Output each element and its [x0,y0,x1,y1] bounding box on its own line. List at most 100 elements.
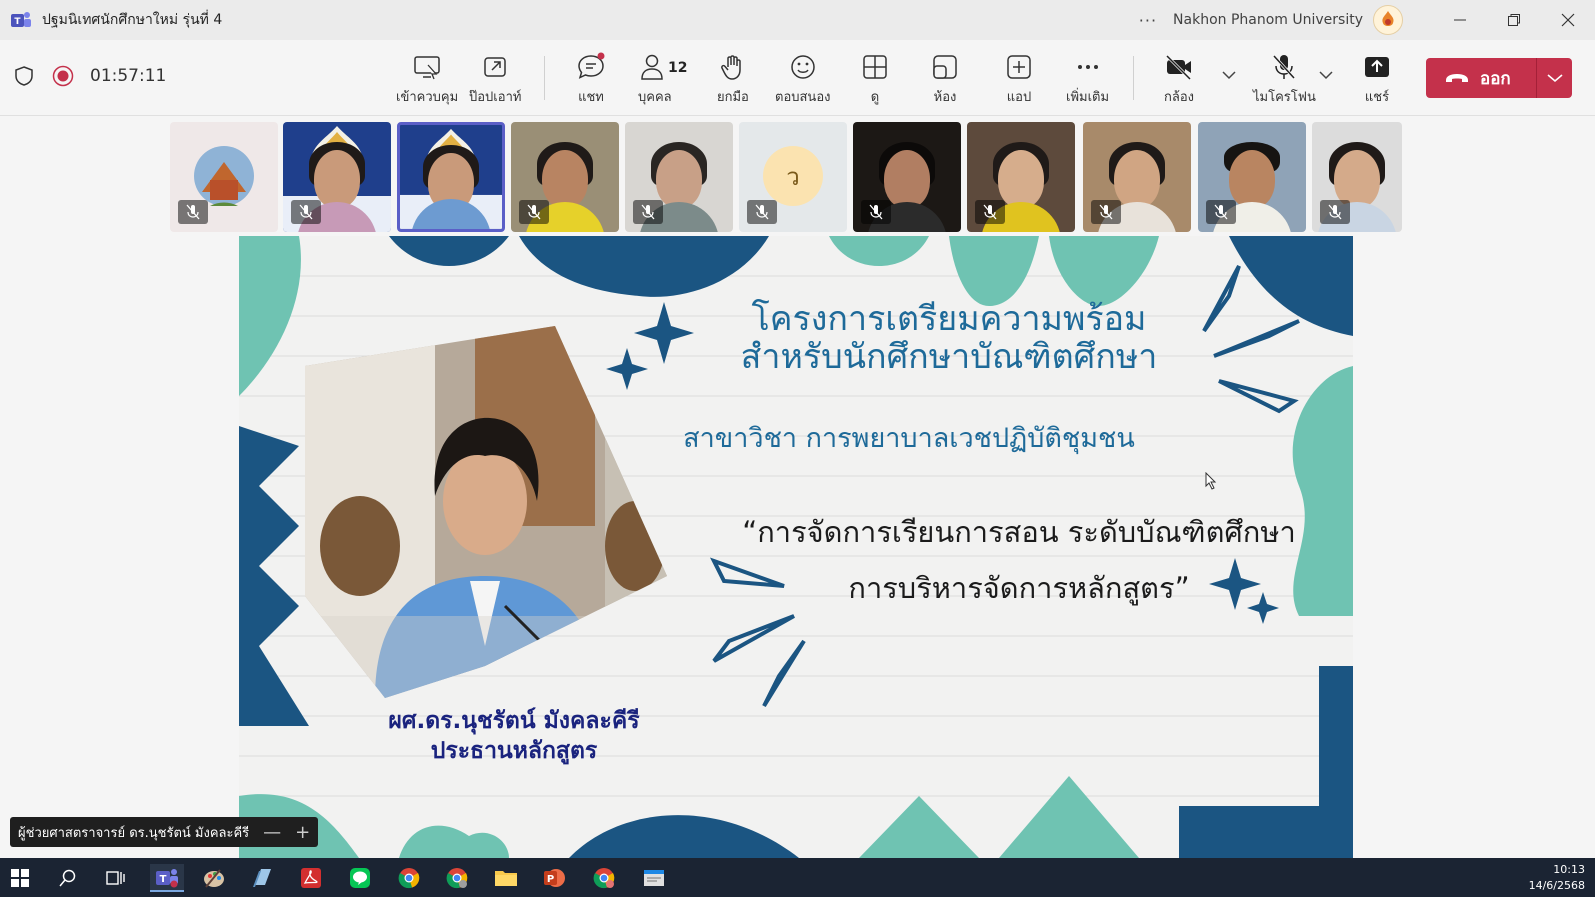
participant-tile[interactable]: ว [739,122,847,232]
folder-icon [495,871,517,886]
people-button[interactable]: บุคคล [638,52,672,107]
clock-date: 14/6/2568 [1528,879,1585,892]
participant-tile[interactable] [1312,122,1402,232]
view-button[interactable]: ดู [860,52,890,107]
participant-tile[interactable] [967,122,1075,232]
title-bar: T ปฐมนิเทศนักศึกษาใหม่ รุ่นที่ 4 ··· Nak… [0,0,1595,40]
restore-button[interactable] [1487,0,1541,40]
mic-off-icon [186,204,200,220]
raise-hand-button[interactable]: ยกมือ [717,52,749,107]
participant-face [998,150,1044,208]
profile-avatar[interactable] [1373,5,1403,35]
grid-view-icon [863,55,887,79]
participant-tile[interactable] [283,122,391,232]
smile-icon [790,55,815,79]
apps-label: แอป [1006,90,1032,105]
taskbar-app-window[interactable] [640,864,668,892]
participant-face [542,150,588,208]
popout-button[interactable]: ป๊อปเอาท์ [469,52,521,107]
participant-face [656,150,702,208]
mic-off-icon [641,204,655,220]
notepad-icon [253,869,271,887]
raise-hand-icon [721,55,741,80]
taskbar-file-explorer[interactable] [492,864,520,892]
react-button[interactable]: ตอบสนอง [775,52,830,107]
people-icon [641,54,663,80]
ellipsis-icon [1077,65,1098,69]
leave-button[interactable]: ออก [1426,58,1572,98]
teams-icon: T [156,869,178,888]
participant-tile[interactable] [511,122,619,232]
taskbar-powerpoint[interactable]: P [541,864,569,892]
zoom-out-button[interactable]: — [263,822,281,843]
microphone-label: ไมโครโฟน [1253,90,1316,105]
camera-off-icon [1165,54,1192,81]
participant-tile[interactable] [853,122,961,232]
pdf-icon [301,868,321,888]
taskbar-search-button[interactable] [54,864,82,892]
muted-indicator [975,200,1005,224]
taskbar-notepad[interactable] [248,864,276,892]
recording-icon [52,65,74,87]
taskbar-line[interactable] [346,864,374,892]
take-control-button[interactable]: เข้าควบคุม [396,52,458,107]
slide-topic-line-2: การบริหารจัดการหลักสูตร” [848,571,1190,605]
add-app-icon [1007,55,1031,79]
presenter-photo [305,326,667,698]
university-logo-icon [1382,11,1394,26]
participant-tile[interactable] [1083,122,1191,232]
participant-tile-active-speaker[interactable] [397,122,505,232]
chat-label: แชท [578,90,604,105]
app-window-icon [644,870,664,886]
participant-tile[interactable] [170,122,278,232]
apps-button[interactable]: แอป [1004,52,1034,107]
participant-tile[interactable] [625,122,733,232]
taskbar-paint[interactable] [200,864,228,892]
toolbar-divider [544,56,545,100]
close-button[interactable] [1541,0,1595,40]
chrome-secondary-icon [593,868,615,889]
slide-title-line-2: สำหรับนักศึกษาบัณฑิตศึกษา [740,337,1158,377]
zoom-in-button[interactable]: + [295,822,310,843]
share-button[interactable]: แชร์ [1362,52,1392,107]
line-app-icon [350,868,370,888]
shield-icon[interactable] [14,65,34,87]
slide-program: สาขาวิชา การพยาบาลเวชปฏิบัติชุมชน [683,423,1135,454]
clock-time: 10:13 [1553,863,1585,876]
slide-presenter: ผศ.ดร.นุชรัตน์ มังคละคีรี ประธานหลักสูตร [344,706,684,766]
chrome-profile-icon [446,868,468,889]
taskbar-chrome-secondary[interactable] [590,864,618,892]
mic-off-icon [983,204,997,220]
participant-initial-avatar: ว [763,146,823,206]
more-actions-button[interactable]: เพิ่มเติม [1066,52,1109,107]
people-count: 12 [668,60,688,76]
shared-content-stage[interactable]: โครงการเตรียมความพร้อม สำหรับนักศึกษาบัณ… [239,236,1353,858]
rooms-label: ห้อง [933,90,957,105]
microphone-button[interactable]: ไมโครโฟน [1253,52,1316,107]
camera-options-chevron-icon[interactable] [1222,70,1236,80]
taskbar-teams[interactable]: T [150,864,184,892]
taskbar-acrobat[interactable] [297,864,325,892]
chat-icon [578,52,605,79]
mic-off-icon [869,204,883,220]
microphone-options-chevron-icon[interactable] [1319,70,1333,80]
take-control-label: เข้าควบคุม [396,90,459,105]
leave-options-button[interactable] [1537,73,1572,83]
system-clock[interactable]: 10:13 14/6/2568 [1529,862,1585,894]
taskbar-chrome[interactable] [395,864,423,892]
participant-tile[interactable] [1198,122,1306,232]
task-view-icon [106,871,125,885]
slide-topic: “การจัดการเรียนการสอน ระดับบัณฑิตศึกษา ก… [699,504,1339,616]
camera-button[interactable]: กล้อง [1164,52,1194,107]
chat-button[interactable]: แชท [576,52,606,107]
toolbar-divider [1133,56,1134,100]
start-button[interactable] [6,864,34,892]
slide-presenter-role: ประธานหลักสูตร [430,738,598,764]
raise-hand-label: ยกมือ [717,90,749,105]
minimize-button[interactable] [1433,0,1487,40]
breakout-rooms-button[interactable]: ห้อง [930,52,960,107]
more-options-button[interactable]: ··· [1139,11,1157,30]
task-view-button[interactable] [102,864,130,892]
taskbar-chrome-profile[interactable] [443,864,471,892]
slide-title: โครงการเตรียมความพร้อม สำหรับนักศึกษาบัณ… [709,300,1189,376]
